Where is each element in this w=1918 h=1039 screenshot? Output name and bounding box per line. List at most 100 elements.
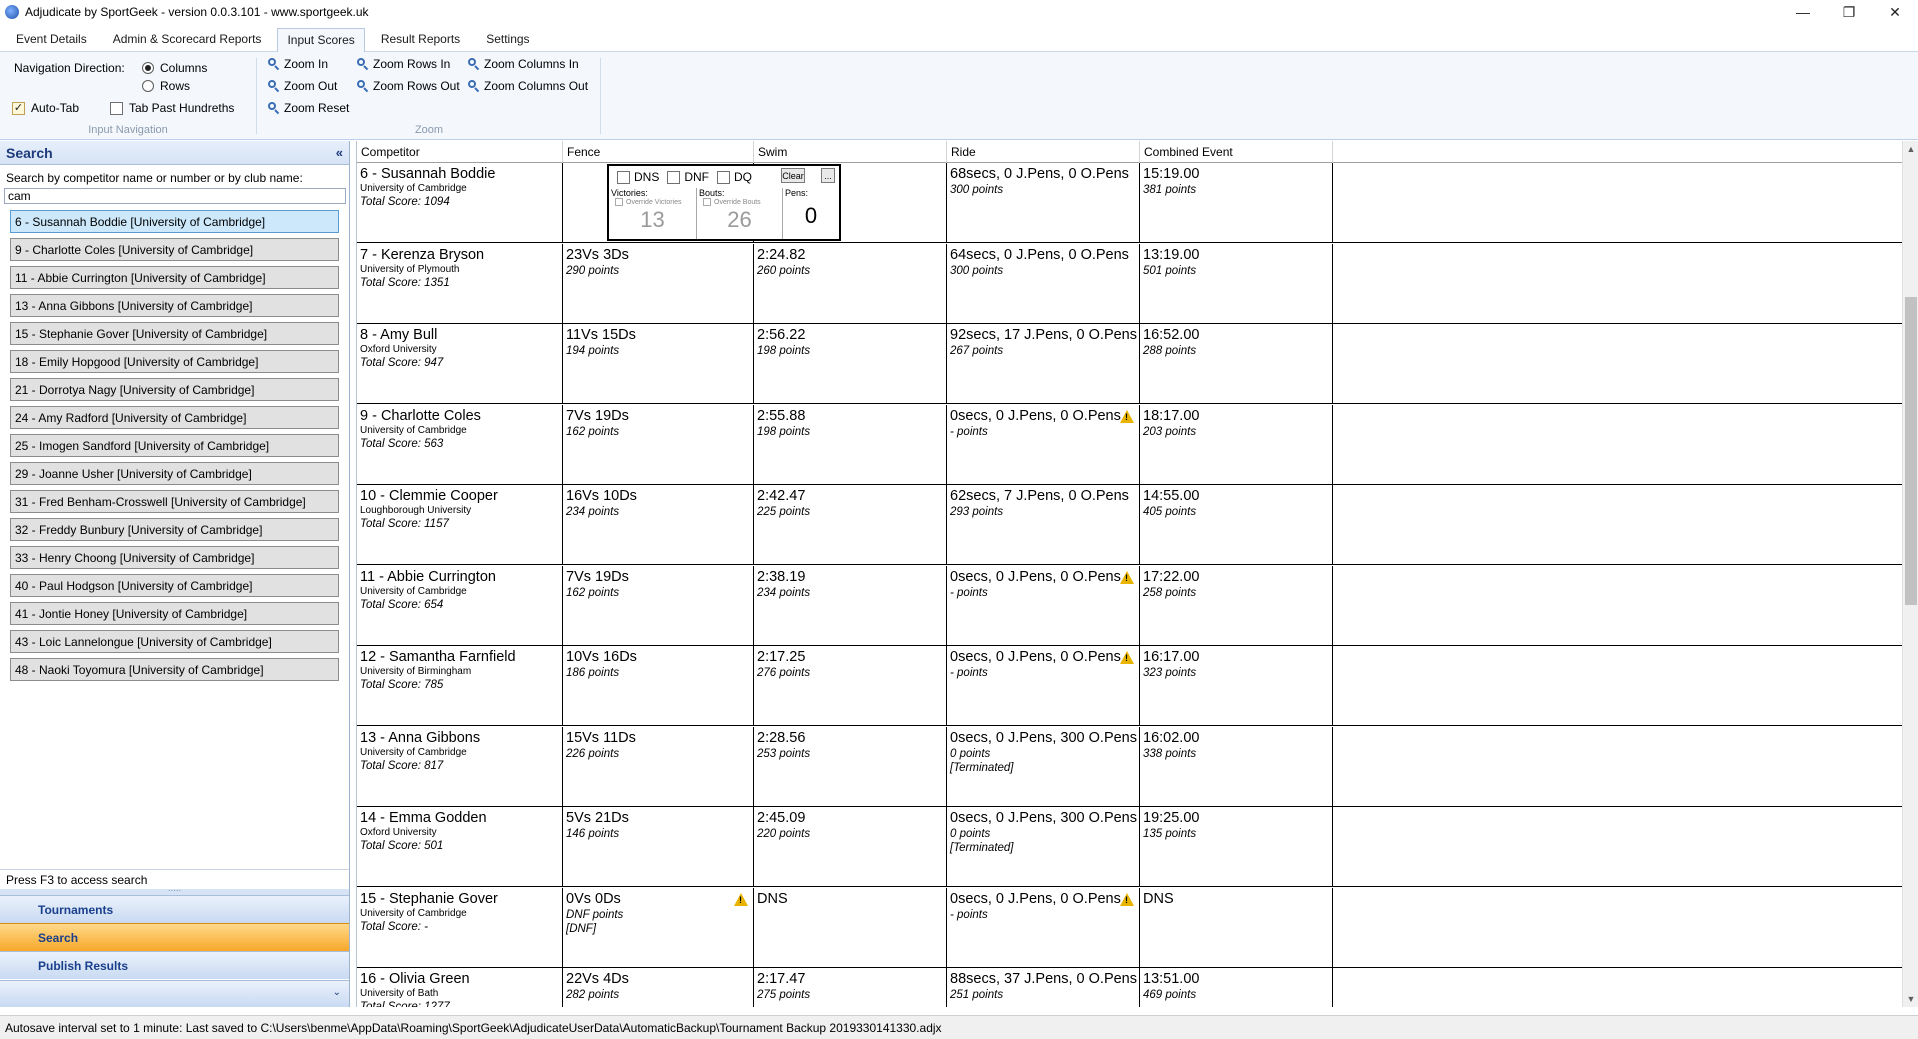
combined-event-cell[interactable]: 15:19.00 381 points [1140, 163, 1333, 243]
combined-event-cell[interactable]: 16:02.00 338 points [1140, 726, 1333, 807]
victories-field[interactable]: Victories: Override Victories 13 [609, 188, 697, 239]
zoom-rows-in-button[interactable]: Zoom Rows In [357, 57, 450, 71]
swim-cell[interactable]: DNS [754, 887, 947, 968]
fence-cell[interactable]: 10Vs 16Ds 186 points [563, 646, 754, 726]
search-result-item[interactable]: 15 - Stephanie Gover [University of Camb… [10, 322, 339, 345]
collapse-panel-button[interactable]: « [336, 145, 343, 160]
search-result-item[interactable]: 31 - Fred Benham-Crosswell [University o… [10, 490, 339, 513]
tab-past-hundreths-checkbox[interactable]: Tab Past Hundreths [110, 101, 234, 115]
competitor-cell[interactable]: 14 - Emma Godden Oxford University Total S… [357, 807, 563, 887]
search-result-item[interactable]: 9 - Charlotte Coles [University of Cambr… [10, 238, 339, 261]
ride-cell[interactable]: 0secs, 0 J.Pens, 0 O.Pens - points [947, 646, 1140, 726]
dq-checkbox[interactable]: DQ [717, 170, 752, 184]
combined-event-cell[interactable]: 19:25.00 135 points [1140, 807, 1333, 887]
fence-cell[interactable]: 0Vs 0Ds DNF points [DNF] [563, 887, 754, 968]
column-header-ride[interactable]: Ride [947, 141, 1140, 163]
fence-cell[interactable]: 16Vs 10Ds 234 points [563, 485, 754, 565]
radio-columns[interactable]: Columns [142, 61, 207, 75]
competitor-cell[interactable]: 16 - Olivia Green University of Bath Total… [357, 968, 563, 1007]
ride-cell[interactable]: 0secs, 0 J.Pens, 300 O.Pens 0 points [Term… [947, 726, 1140, 807]
ride-cell[interactable]: 0secs, 0 J.Pens, 0 O.Pens - points [947, 887, 1140, 968]
competitor-cell[interactable]: 10 - Clemmie Cooper Loughborough Universi… [357, 485, 563, 565]
search-result-item[interactable]: 32 - Freddy Bunbury [University of Cambr… [10, 518, 339, 541]
fence-cell[interactable]: 5Vs 21Ds 146 points [563, 807, 754, 887]
nav-tournaments-button[interactable]: Tournaments [0, 895, 349, 923]
competitor-cell[interactable]: 6 - Susannah Boddie University of Cambrid… [357, 163, 563, 243]
grid-vertical-scrollbar[interactable]: ▲ ▼ [1902, 141, 1918, 1007]
search-result-item[interactable]: 24 - Amy Radford [University of Cambridg… [10, 406, 339, 429]
pens-field[interactable]: Pens: 0 [783, 188, 839, 239]
search-result-item[interactable]: 25 - Imogen Sandford [University of Camb… [10, 434, 339, 457]
close-button[interactable]: ✕ [1872, 0, 1918, 24]
swim-cell[interactable]: 2:56.22 198 points [754, 324, 947, 404]
swim-cell[interactable]: 2:55.88 198 points [754, 404, 947, 485]
search-result-item[interactable]: 48 - Naoki Toyomura [University of Cambr… [10, 658, 339, 681]
maximize-button[interactable]: ❐ [1826, 0, 1872, 24]
ride-cell[interactable]: 0secs, 0 J.Pens, 300 O.Pens 0 points [Term… [947, 807, 1140, 887]
nav-publish-results-button[interactable]: Publish Results [0, 951, 349, 979]
ride-cell[interactable]: 62secs, 7 J.Pens, 0 O.Pens 293 points [947, 485, 1140, 565]
scroll-down-arrow-icon[interactable]: ▼ [1903, 991, 1918, 1007]
scroll-thumb[interactable] [1905, 297, 1917, 605]
search-result-item[interactable]: 11 - Abbie Currington [University of Cam… [10, 266, 339, 289]
competitor-cell[interactable]: 8 - Amy Bull Oxford University Total Score… [357, 324, 563, 404]
fence-cell[interactable]: 11Vs 15Ds 194 points [563, 324, 754, 404]
swim-cell[interactable]: 2:28.56 253 points [754, 726, 947, 807]
combined-event-cell[interactable]: 16:17.00 323 points [1140, 646, 1333, 726]
search-result-item[interactable]: 43 - Loic Lannelongue [University of Cam… [10, 630, 339, 653]
column-header-competitor[interactable]: Competitor [357, 141, 563, 163]
search-result-item[interactable]: 40 - Paul Hodgson [University of Cambrid… [10, 574, 339, 597]
combined-event-cell[interactable]: DNS [1140, 887, 1333, 968]
fence-cell[interactable]: 7Vs 19Ds 162 points [563, 404, 754, 485]
zoom-rows-out-button[interactable]: Zoom Rows Out [357, 79, 460, 93]
auto-tab-checkbox[interactable]: ✓ Auto-Tab [12, 101, 79, 115]
search-result-item[interactable]: 6 - Susannah Boddie [University of Cambr… [10, 210, 339, 233]
swim-cell[interactable]: 2:24.82 260 points [754, 243, 947, 324]
swim-cell[interactable]: 2:38.19 234 points [754, 565, 947, 646]
ribbon-tab-result-reports[interactable]: Result Reports [371, 27, 470, 51]
ride-cell[interactable]: 68secs, 0 J.Pens, 0 O.Pens 300 points [947, 163, 1140, 243]
ride-cell[interactable]: 0secs, 0 J.Pens, 0 O.Pens - points [947, 565, 1140, 646]
competitor-cell[interactable]: 7 - Kerenza Bryson University of Plymouth… [357, 243, 563, 324]
search-result-item[interactable]: 41 - Jontie Honey [University of Cambrid… [10, 602, 339, 625]
search-result-item[interactable]: 33 - Henry Choong [University of Cambrid… [10, 546, 339, 569]
ribbon-tab-settings[interactable]: Settings [476, 27, 539, 51]
search-result-item[interactable]: 13 - Anna Gibbons [University of Cambrid… [10, 294, 339, 317]
override-victories-checkbox[interactable]: Override Victories [615, 198, 682, 206]
swim-cell[interactable]: 2:17.25 276 points [754, 646, 947, 726]
zoom-columns-out-button[interactable]: Zoom Columns Out [468, 79, 588, 93]
search-result-item[interactable]: 29 - Joanne Usher [University of Cambrid… [10, 462, 339, 485]
scroll-up-arrow-icon[interactable]: ▲ [1903, 141, 1918, 157]
combined-event-cell[interactable]: 13:19.00 501 points [1140, 243, 1333, 324]
dns-checkbox[interactable]: DNS [617, 170, 659, 184]
ride-cell[interactable]: 88secs, 37 J.Pens, 0 O.Pens 251 points [947, 968, 1140, 1007]
ribbon-tab-event-details[interactable]: Event Details [6, 27, 97, 51]
competitor-cell[interactable]: 13 - Anna Gibbons University of Cambridge… [357, 726, 563, 807]
zoom-out-button[interactable]: Zoom Out [268, 79, 337, 93]
combined-event-cell[interactable]: 17:22.00 258 points [1140, 565, 1333, 646]
competitor-cell[interactable]: 12 - Samantha Farnfield University of Bir… [357, 646, 563, 726]
zoom-in-button[interactable]: Zoom In [268, 57, 328, 71]
swim-cell[interactable]: 2:17.47 275 points [754, 968, 947, 1007]
swim-cell[interactable]: 2:45.09 220 points [754, 807, 947, 887]
column-header-fence[interactable]: Fence [563, 141, 754, 163]
ribbon-tab-admin-scorecard-reports[interactable]: Admin & Scorecard Reports [103, 27, 272, 51]
nav-search-button[interactable]: Search [0, 923, 349, 951]
fence-cell[interactable]: 23Vs 3Ds 290 points [563, 243, 754, 324]
competitor-cell[interactable]: 11 - Abbie Currington University of Cambr… [357, 565, 563, 646]
zoom-reset-button[interactable]: Zoom Reset [268, 101, 349, 115]
ride-cell[interactable]: 0secs, 0 J.Pens, 0 O.Pens - points [947, 404, 1140, 485]
fence-cell[interactable]: 15Vs 11Ds 226 points [563, 726, 754, 807]
fence-cell[interactable]: 7Vs 19Ds 162 points [563, 565, 754, 646]
nav-overflow-button[interactable]: ⌄ [0, 980, 349, 1007]
bouts-field[interactable]: Bouts: Override Bouts 26 [697, 188, 783, 239]
override-bouts-checkbox[interactable]: Override Bouts [703, 198, 761, 206]
more-options-button[interactable]: ... [821, 168, 835, 183]
minimize-button[interactable]: — [1780, 0, 1826, 24]
swim-cell[interactable]: 2:42.47 225 points [754, 485, 947, 565]
competitor-cell[interactable]: 15 - Stephanie Gover University of Cambri… [357, 887, 563, 968]
column-header-swim[interactable]: Swim [754, 141, 947, 163]
ride-cell[interactable]: 92secs, 17 J.Pens, 0 O.Pens 267 points [947, 324, 1140, 404]
competitor-cell[interactable]: 9 - Charlotte Coles University of Cambrid… [357, 404, 563, 485]
clear-button[interactable]: Clear [781, 168, 805, 183]
